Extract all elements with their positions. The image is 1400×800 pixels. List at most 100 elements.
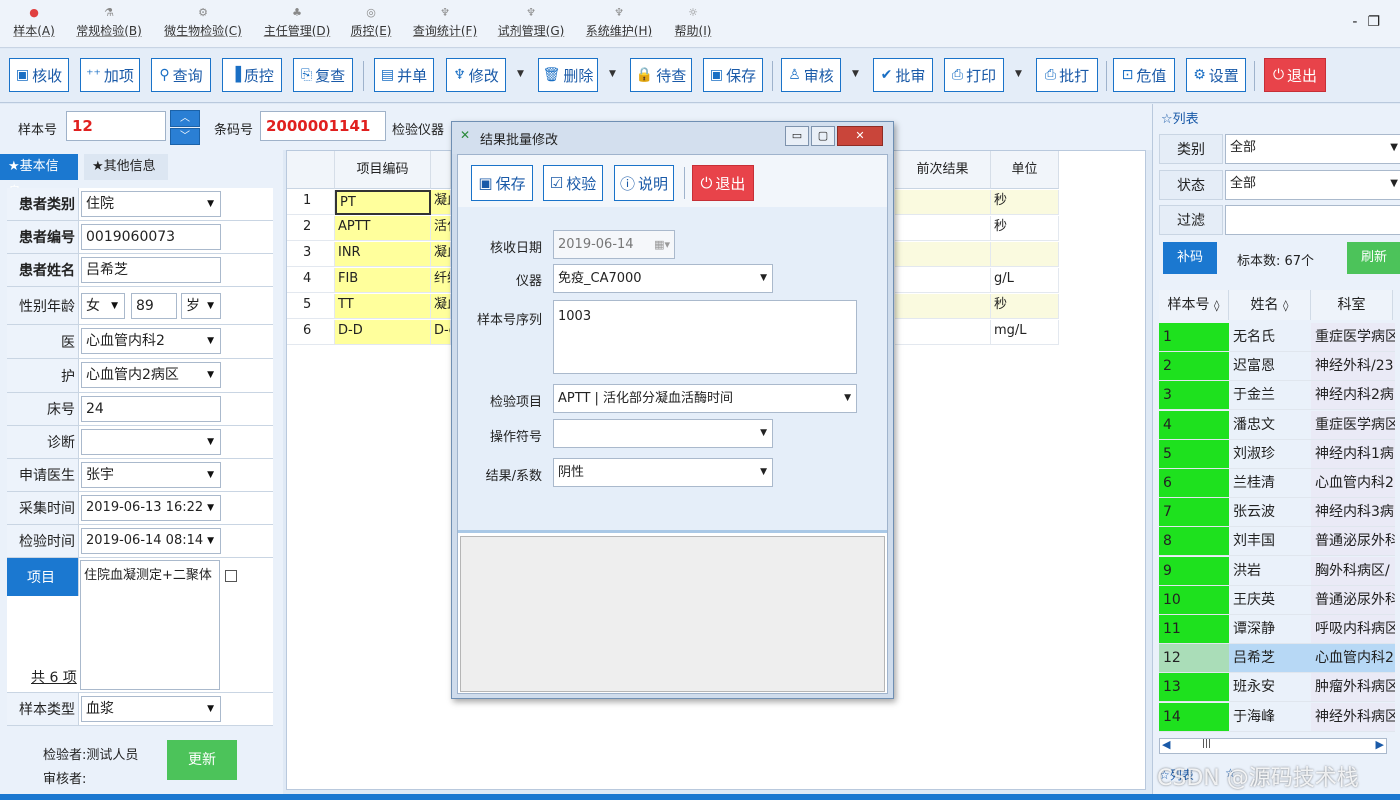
add-item-button[interactable]: ⁺⁺ 加项 (80, 58, 140, 92)
dialog-check-button[interactable]: ☑ 校验 (543, 165, 603, 201)
list-cell-dept[interactable]: 肿瘤外科病区 (1311, 673, 1395, 703)
list-cell-name[interactable]: 张云波 (1229, 498, 1311, 528)
grid-cell-index[interactable]: 4 (287, 268, 335, 293)
doctor-select[interactable]: 张宇 ▼ (81, 462, 221, 488)
audit-button[interactable]: ♙ 审核 (781, 58, 841, 92)
sample-down-button[interactable]: ﹀ (170, 128, 200, 145)
qc-button[interactable]: ▐ 质控 (222, 58, 282, 92)
list-cell-dept[interactable]: 重症医学病区 (1311, 323, 1395, 352)
approve-button[interactable]: ✔ 批审 (873, 58, 933, 92)
grid-cell-code[interactable]: PT (335, 190, 431, 215)
list-cell-no[interactable]: 1 (1159, 323, 1229, 352)
sample-type-select[interactable]: 血浆 ▼ (81, 696, 221, 722)
list-cell-dept[interactable]: 神经外科病区 (1311, 702, 1395, 732)
grid-cell-unit[interactable] (991, 242, 1059, 267)
barcode-input[interactable]: 2000001141 (260, 111, 386, 141)
grid-cell-prev[interactable] (895, 190, 991, 215)
menu-system[interactable]: ♆ 系统维护(H) (582, 4, 656, 44)
dialog-explain-button[interactable]: ⓘ 说明 (614, 165, 674, 201)
menu-reagent[interactable]: ♆ 试剂管理(G) (494, 4, 568, 44)
grid-cell-code[interactable]: D-D (335, 320, 431, 345)
list-cell-no[interactable]: 12 (1159, 644, 1229, 674)
grid-cell-index[interactable]: 2 (287, 216, 335, 241)
minimize-icon[interactable]: ▭ (785, 126, 809, 146)
exit-button[interactable]: ⏻ 退出 (1264, 58, 1326, 92)
list-cell-name[interactable]: 刘丰国 (1229, 527, 1311, 557)
list-cell-dept[interactable]: 重症医学病区 (1311, 410, 1395, 440)
list-cell-no[interactable]: 9 (1159, 556, 1229, 586)
scroll-right-icon[interactable]: ▶ (1376, 738, 1384, 751)
list-horizontal-scrollbar[interactable]: ◀ ||| ▶ (1159, 738, 1387, 754)
grid-cell-prev[interactable] (895, 242, 991, 267)
list-cell-dept[interactable]: 普通泌尿外科 (1311, 527, 1395, 557)
pending-button[interactable]: 🔒 待查 (630, 58, 692, 92)
category-select[interactable]: 全部 ▼ (1225, 134, 1400, 164)
receive-date-picker[interactable]: 2019-06-14 ▦▾ (553, 230, 675, 259)
list-cell-name[interactable]: 谭深静 (1229, 615, 1311, 644)
list-cell-name[interactable]: 班永安 (1229, 673, 1311, 703)
list-cell-dept[interactable]: 神经内科3病 (1311, 498, 1395, 528)
list-cell-name[interactable]: 潘忠文 (1229, 411, 1311, 440)
list-cell-no[interactable]: 13 (1159, 673, 1229, 703)
list-cell-no[interactable]: 8 (1159, 527, 1229, 557)
dialog-exit-button[interactable]: ⏻ 退出 (692, 165, 754, 201)
operator-select[interactable]: ▼ (553, 419, 773, 448)
list-cell-name[interactable]: 迟富恩 (1229, 352, 1311, 382)
close-icon[interactable]: ✕ (837, 126, 883, 146)
test-item-select[interactable]: APTT | 活化部分凝血活酶时间 ▼ (553, 384, 857, 413)
list-cell-dept[interactable]: 神经外科/23 (1311, 352, 1395, 382)
grid-cell-unit[interactable]: 秒 (991, 216, 1059, 241)
sample-no-input[interactable]: 12 (66, 111, 166, 141)
receive-button[interactable]: ▣ 核收 (9, 58, 69, 92)
list-cell-dept[interactable]: 心血管内科2 (1311, 644, 1395, 674)
settings-button[interactable]: ⚙ 设置 (1186, 58, 1246, 92)
grid-cell-name[interactable]: 凝血 (431, 242, 451, 267)
refresh-button[interactable]: 刷新 (1347, 242, 1400, 274)
grid-cell-prev[interactable] (895, 216, 991, 241)
list-cell-dept[interactable]: 神经内科1病 (1311, 439, 1395, 469)
grid-cell-code[interactable]: TT (335, 294, 431, 319)
delete-button[interactable]: 🗑 删除 (538, 58, 598, 92)
grid-cell-index[interactable]: 3 (287, 242, 335, 267)
grid-cell-code[interactable]: INR (335, 242, 431, 267)
dialog-save-button[interactable]: ▣ 保存 (471, 165, 533, 201)
grid-cell-code[interactable]: FIB (335, 268, 431, 293)
diagnosis-select[interactable]: ▼ (81, 429, 221, 455)
list-cell-dept[interactable]: 普通泌尿外科 (1311, 585, 1395, 615)
grid-cell-unit[interactable]: 秒 (991, 190, 1059, 215)
batch-print-button[interactable]: ⎙ 批打 (1036, 58, 1098, 92)
result-select[interactable]: 阴性 ▼ (553, 458, 773, 487)
collect-time-picker[interactable]: 2019-06-13 16:22 ▼ (81, 495, 221, 521)
grid-cell-index[interactable]: 5 (287, 294, 335, 319)
list-cell-no[interactable]: 14 (1159, 702, 1229, 732)
dialog-instrument-select[interactable]: 免疫_CA7000 ▼ (553, 264, 773, 293)
list-cell-no[interactable]: 3 (1159, 381, 1229, 411)
bed-input[interactable]: 24 (81, 396, 221, 422)
grid-cell-index[interactable]: 6 (287, 320, 335, 345)
list-cell-name[interactable]: 吕希芝 (1229, 644, 1311, 674)
tab-basic-info[interactable]: ★基本信息 (0, 154, 78, 200)
list-cell-no[interactable]: 10 (1159, 585, 1229, 615)
merge-button[interactable]: ▤ 并单 (374, 58, 434, 92)
grid-cell-name[interactable]: 活化 (431, 216, 451, 241)
list-cell-no[interactable]: 5 (1159, 439, 1229, 469)
age-input[interactable]: 89 (131, 293, 177, 319)
scroll-thumb[interactable]: ||| (1202, 739, 1211, 749)
scroll-left-icon[interactable]: ◀ (1162, 738, 1170, 751)
patient-name-input[interactable]: 吕希芝 (81, 257, 221, 283)
menu-manager[interactable]: ♣ 主任管理(D) (258, 4, 336, 44)
minimize-icon[interactable]: - (1352, 14, 1367, 30)
list-cell-no[interactable]: 11 (1159, 615, 1229, 644)
audit-dropdown-icon[interactable]: ▼ (852, 69, 859, 79)
fill-code-button[interactable]: 补码 (1163, 242, 1217, 274)
items-textarea[interactable]: 住院血凝测定+二聚体 (80, 560, 220, 690)
dialog-titlebar[interactable]: ✕ 结果批量修改 ▭ ▢ ✕ (452, 122, 893, 154)
age-unit-select[interactable]: 岁 ▼ (181, 293, 221, 319)
menu-routine-test[interactable]: ⚗ 常规检验(B) (72, 4, 146, 44)
list-cell-name[interactable]: 兰桂清 (1229, 469, 1311, 498)
grid-cell-name[interactable]: 纤维 (431, 268, 451, 293)
grid-cell-index[interactable]: 1 (287, 190, 335, 215)
patient-type-select[interactable]: 住院 ▼ (81, 191, 221, 217)
maximize-icon[interactable]: ▢ (811, 126, 835, 146)
list-cell-name[interactable]: 无名氏 (1229, 323, 1311, 352)
